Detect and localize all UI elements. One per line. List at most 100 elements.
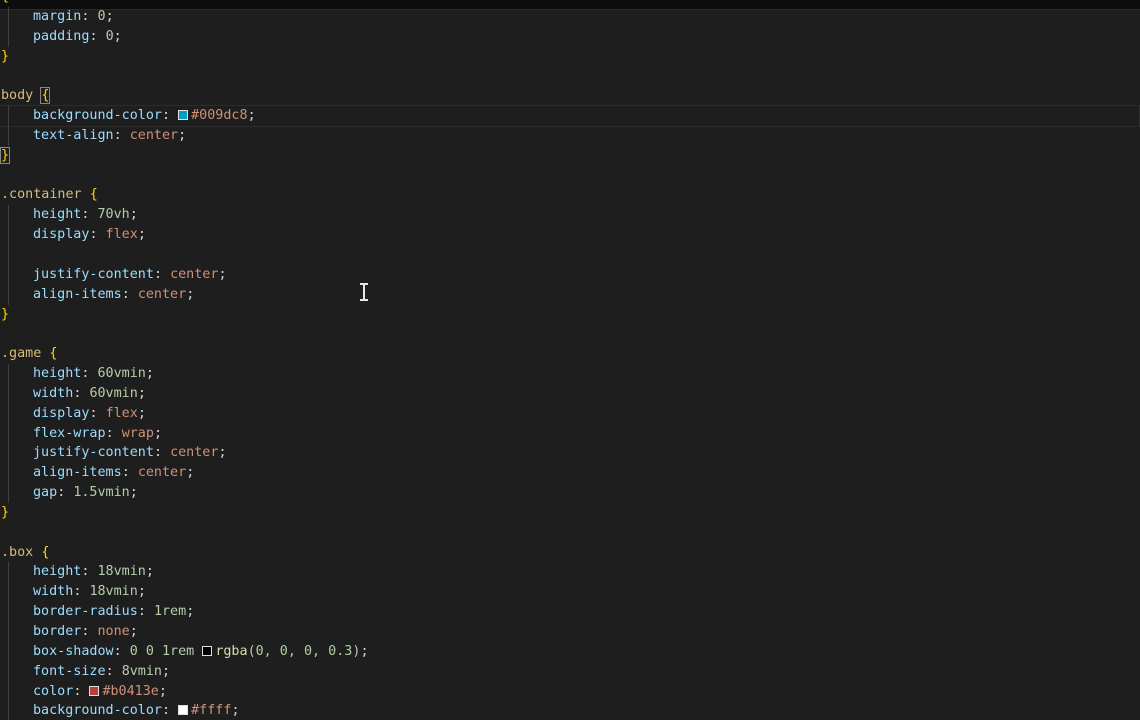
closing-brace: } (1, 48, 10, 64)
code-line[interactable]: height: 70vh; (0, 205, 1140, 226)
code-line[interactable]: align-items: center; (0, 463, 1140, 484)
css-property: border (33, 624, 82, 639)
opening-brace: { (49, 346, 58, 362)
code-line[interactable]: text-align: center; (0, 125, 1140, 146)
color-swatch-icon[interactable] (178, 705, 189, 716)
code-line[interactable]: .game { (0, 344, 1140, 364)
code-line[interactable]: border: none; (0, 622, 1140, 642)
css-value: 0 0 1rem (129, 643, 203, 659)
code-line[interactable]: } (0, 305, 1140, 325)
code-line[interactable]: box-shadow: 0 0 1rem rgba(0, 0, 0, 0.3); (0, 641, 1140, 662)
css-function: rgba (215, 643, 248, 659)
code-line[interactable] (0, 523, 1140, 543)
closing-brace: } (1, 306, 10, 322)
color-swatch-icon[interactable] (202, 645, 213, 656)
css-selector: .game (1, 346, 42, 362)
code-line[interactable] (0, 324, 1140, 344)
color-swatch-icon[interactable] (178, 110, 189, 121)
css-property: height (33, 207, 82, 223)
code-line[interactable] (0, 166, 1140, 186)
css-value: center (170, 445, 219, 461)
code-line[interactable]: body { (0, 86, 1140, 106)
css-value: 1.5vmin (73, 485, 130, 501)
code-line[interactable]: justify-content: center; (0, 264, 1140, 285)
css-property: flex-wrap (33, 425, 106, 441)
code-line[interactable]: gap: 1.5vmin; (0, 483, 1140, 503)
css-property: background-color (33, 703, 162, 719)
css-function-args: (0, 0, 0, 0.3) (247, 643, 361, 659)
css-value: center (170, 266, 219, 282)
css-selector: .container (1, 187, 82, 203)
css-value: center (129, 127, 179, 143)
css-value: flex (105, 405, 138, 421)
css-property: font-size (33, 663, 106, 679)
code-line[interactable]: width: 60vmin; (0, 383, 1140, 404)
code-line[interactable]: display: flex; (0, 225, 1140, 245)
code-line[interactable]: padding: 0; (0, 26, 1140, 47)
css-property: gap (33, 485, 58, 501)
css-value: #009dc8 (191, 108, 248, 124)
css-property: text-align (33, 127, 114, 143)
css-selector: .box (1, 544, 34, 560)
css-value: wrap (121, 425, 154, 441)
css-value: 18vmin (97, 564, 146, 580)
css-property: width (33, 584, 74, 600)
css-selector: body (1, 88, 34, 104)
css-value: #ffff (191, 703, 232, 719)
code-line[interactable]: display: flex; (0, 403, 1140, 424)
code-line[interactable]: height: 18vmin; (0, 562, 1140, 583)
css-property: border-radius (33, 604, 138, 620)
css-property: padding (33, 28, 90, 44)
css-value: none (97, 624, 130, 639)
code-line[interactable] (0, 244, 1140, 265)
css-value: 18vmin (89, 584, 138, 600)
css-value: 0 (105, 28, 114, 44)
code-line[interactable]: .box { (0, 543, 1140, 563)
code-line[interactable]: border-radius: 1rem; (0, 602, 1140, 622)
css-property: align-items (33, 465, 122, 481)
code-line[interactable]: color: #b0413e; (0, 681, 1140, 702)
css-property: height (33, 366, 82, 382)
code-line[interactable]: flex-wrap: wrap; (0, 423, 1140, 444)
css-property: height (33, 564, 82, 580)
code-area[interactable]: { margin: 0; padding: 0; } body { backgr… (0, 0, 1140, 720)
css-value: 70vh (97, 207, 130, 223)
code-line[interactable]: align-items: center; (0, 284, 1140, 305)
code-line[interactable] (0, 66, 1140, 86)
code-line[interactable]: font-size: 8vmin; (0, 661, 1140, 682)
css-property: display (33, 227, 90, 243)
text-cursor-icon (358, 282, 370, 302)
code-line[interactable]: } (0, 503, 1140, 523)
code-line[interactable]: } (0, 146, 1140, 166)
css-value: 8vmin (121, 663, 162, 679)
code-line[interactable]: .container { (0, 185, 1140, 205)
css-value: flex (105, 227, 138, 243)
code-line[interactable]: background-color: #ffff; (0, 701, 1140, 720)
css-value: 60vmin (89, 385, 138, 401)
css-property: align-items (33, 286, 122, 302)
css-value: center (137, 465, 187, 481)
css-value: 60vmin (97, 366, 146, 382)
code-line[interactable]: justify-content: center; (0, 443, 1140, 464)
code-editor[interactable]: { margin: 0; padding: 0; } body { backgr… (0, 0, 1140, 720)
code-line[interactable]: height: 60vmin; (0, 364, 1140, 384)
closing-brace: } (1, 504, 10, 520)
css-property: justify-content (33, 445, 154, 461)
code-line-current[interactable]: background-color: #009dc8; (0, 105, 1140, 127)
color-swatch-icon[interactable] (89, 685, 100, 696)
css-property: display (33, 405, 90, 421)
css-property: box-shadow (33, 643, 114, 659)
css-property: justify-content (33, 266, 154, 282)
css-property: width (33, 385, 74, 401)
css-property: background-color (33, 108, 162, 124)
closing-brace: } (0, 146, 11, 164)
css-value: #b0413e (102, 683, 159, 699)
code-line[interactable]: { (0, 0, 1140, 7)
code-line[interactable]: width: 18vmin; (0, 582, 1140, 603)
code-line[interactable]: margin: 0; (0, 6, 1140, 27)
code-line[interactable]: } (0, 47, 1140, 67)
css-value: center (137, 286, 187, 302)
opening-brace: { (89, 187, 98, 203)
css-value: 0 (97, 8, 106, 24)
css-property: color (33, 683, 74, 699)
